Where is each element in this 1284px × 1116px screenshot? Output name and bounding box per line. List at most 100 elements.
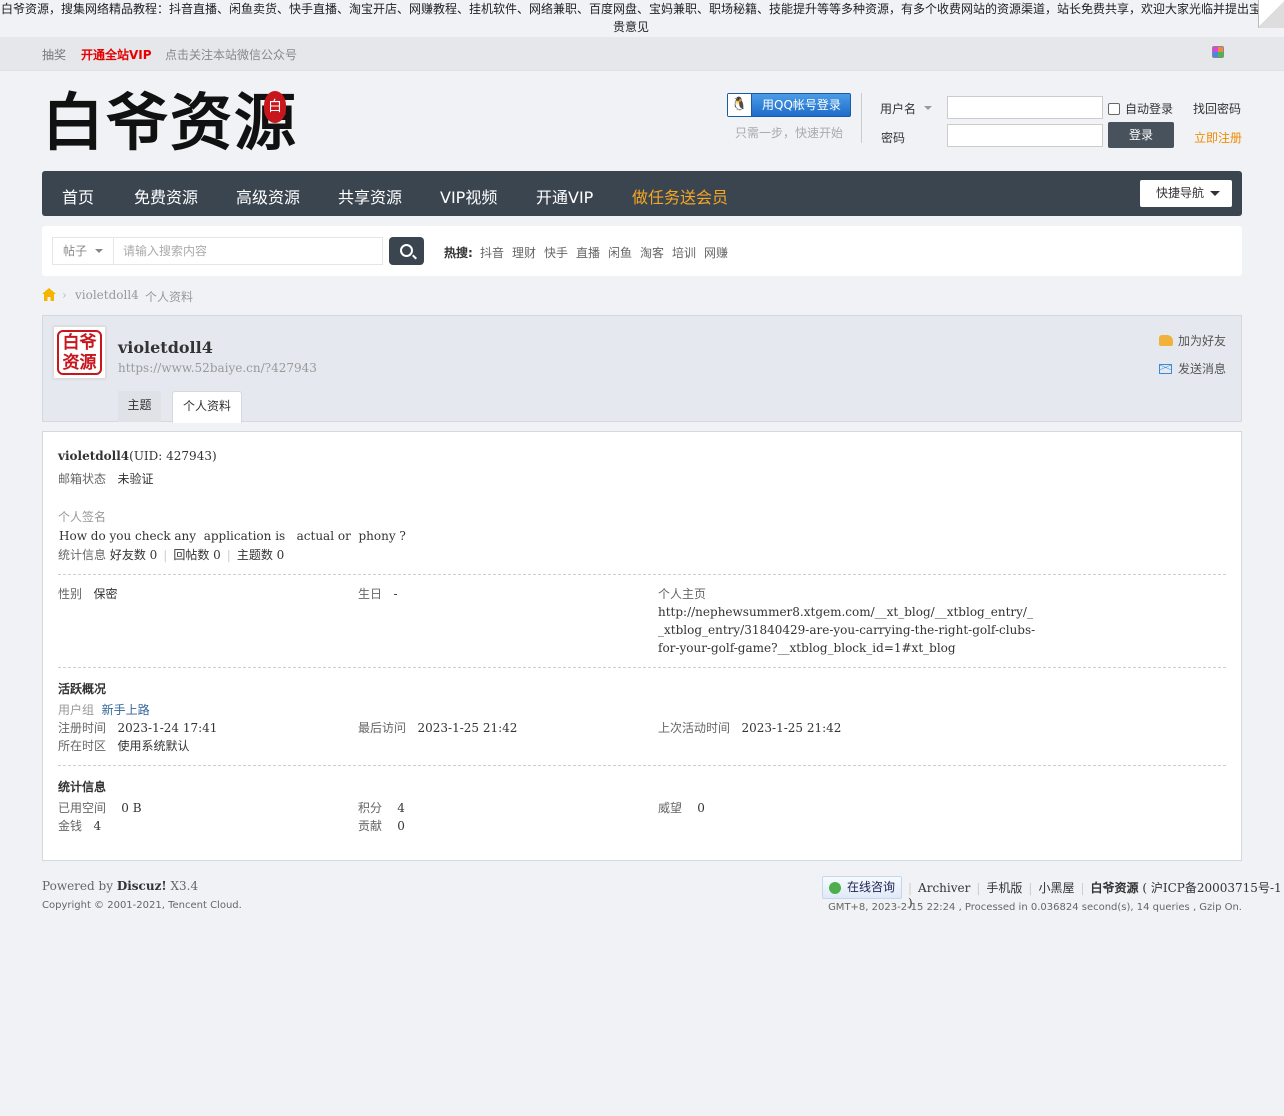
friends-count[interactable]: 好友数 0: [110, 548, 157, 562]
lottery-link[interactable]: 抽奖: [42, 46, 66, 63]
hot-term[interactable]: 培训: [672, 244, 696, 261]
archiver-link[interactable]: Archiver: [918, 881, 970, 895]
last-visit-value: 2023-1-25 21:42: [417, 721, 518, 735]
tab-profile[interactable]: 个人资料: [172, 391, 242, 423]
user-group-link[interactable]: 新手上路: [102, 703, 150, 717]
register-time-value: 2023-1-24 17:41: [117, 721, 218, 735]
homepage-url-line[interactable]: for-your-golf-game?__xtblog_block_id=1#x…: [658, 639, 956, 657]
points-label: 积分: [358, 801, 383, 815]
avatar[interactable]: 白爷资源: [53, 326, 106, 379]
copyright: Copyright © 2001-2021, Tencent Cloud.: [42, 900, 242, 911]
nav-item-vip-video[interactable]: VIP视频: [440, 184, 497, 208]
send-message-label: 发送消息: [1178, 362, 1227, 376]
homepage-url-line[interactable]: http://nephewsummer8.xtgem.com/__xt_blog…: [658, 603, 1033, 621]
style-switch-icon[interactable]: [1212, 46, 1224, 58]
hot-term[interactable]: 快手: [544, 244, 568, 261]
checkbox-icon: [1108, 103, 1120, 115]
hot-term[interactable]: 理财: [512, 244, 536, 261]
register-time: 注册时间 2023-1-24 17:41: [58, 719, 217, 737]
breadcrumb-separator: ›: [62, 288, 67, 302]
birthday-label: 生日: [358, 587, 383, 601]
uid-line: violetdoll4(UID: 427943): [58, 447, 217, 465]
username-type-select[interactable]: 用户名: [880, 100, 932, 117]
prestige: 威望 0: [658, 799, 705, 817]
divider: [58, 574, 1226, 575]
divider: [58, 667, 1226, 668]
site-announcement: 白爷资源，搜集网络精品教程：抖音直播、闲鱼卖货、快手直播、淘宝开店、网赚教程、挂…: [0, 2, 1261, 34]
money: 金钱 4: [58, 817, 101, 835]
user-group: 用户组 新手上路: [58, 701, 150, 719]
search-button[interactable]: [389, 237, 424, 265]
homepage-url-line[interactable]: _xtblog_entry/31840429-are-you-carrying-…: [658, 621, 1035, 639]
discuz-link[interactable]: Discuz!: [117, 879, 167, 893]
mobile-link[interactable]: 手机版: [986, 881, 1022, 895]
signature-label: 个人签名: [58, 510, 107, 524]
password-input[interactable]: [947, 124, 1103, 147]
last-visit: 最后访问 2023-1-25 21:42: [358, 719, 517, 737]
profile-content: [42, 431, 1242, 861]
hot-term[interactable]: 抖音: [480, 244, 504, 261]
hot-term[interactable]: 直播: [576, 244, 600, 261]
activity-title: 活跃概况: [58, 682, 107, 696]
birthday: 生日 -: [358, 585, 398, 603]
quick-nav-button[interactable]: 快捷导航: [1140, 180, 1232, 207]
open-vip-link[interactable]: 开通全站VIP: [81, 46, 152, 63]
add-friend-button[interactable]: 加为好友: [1159, 332, 1226, 349]
gender-value: 保密: [93, 587, 118, 601]
uid-value: (UID: 427943): [129, 449, 217, 463]
hot-term[interactable]: 淘客: [640, 244, 664, 261]
find-password-link[interactable]: 找回密码: [1193, 100, 1241, 117]
last-active-label: 上次活动时间: [658, 721, 731, 735]
wechat-follow-link[interactable]: 点击关注本站微信公众号: [165, 46, 297, 63]
nav-item-shared[interactable]: 共享资源: [338, 184, 402, 208]
last-visit-label: 最后访问: [358, 721, 407, 735]
top-toolbar: 抽奖 开通全站VIP 点击关注本站微信公众号: [0, 37, 1284, 71]
nav-item-free[interactable]: 免费资源: [134, 184, 198, 208]
last-active-value: 2023-1-25 21:42: [741, 721, 842, 735]
replies-count[interactable]: 回帖数 0: [173, 548, 220, 562]
hot-term[interactable]: 网赚: [704, 244, 728, 261]
nav-item-tasks[interactable]: 做任务送会员: [632, 184, 728, 208]
send-message-button[interactable]: 发送消息: [1159, 360, 1226, 377]
page-corner-icon[interactable]: [1258, 0, 1284, 28]
register-time-label: 注册时间: [58, 721, 107, 735]
avatar-seal: 白爷资源: [57, 330, 102, 375]
qq-login-button[interactable]: 🐧 用QQ帐号登录: [727, 93, 851, 117]
nav-item-open-vip[interactable]: 开通VIP: [536, 184, 593, 208]
used-space-label: 已用空间: [58, 801, 107, 815]
user-group-label: 用户组: [58, 703, 95, 717]
login-divider: [861, 93, 862, 143]
timezone-label: 所在时区: [58, 739, 107, 753]
points: 积分 4: [358, 799, 405, 817]
online-consult-button[interactable]: 在线咨询: [822, 876, 902, 899]
nav-item-home[interactable]: 首页: [62, 184, 94, 208]
tab-topics[interactable]: 主题: [118, 391, 161, 422]
threads-count[interactable]: 主题数 0: [237, 548, 284, 562]
site-name-link[interactable]: 白爷资源: [1091, 881, 1139, 895]
site-logo[interactable]: 白爷资源: [42, 88, 298, 158]
username-input[interactable]: [947, 96, 1103, 119]
blacklist-link[interactable]: 小黑屋: [1038, 881, 1074, 895]
hot-term[interactable]: 闲鱼: [608, 244, 632, 261]
timezone: 所在时区 使用系统默认: [58, 737, 189, 755]
timezone-value: 使用系统默认: [117, 739, 190, 753]
used-space: 已用空间 0 B: [58, 799, 142, 817]
stats-summary-label: 统计信息: [58, 548, 107, 562]
handshake-icon: [1159, 335, 1173, 346]
register-link[interactable]: 立即注册: [1194, 129, 1242, 146]
search-input[interactable]: 请输入搜索内容: [113, 237, 383, 265]
contribution-value: 0: [397, 819, 405, 833]
nav-item-premium[interactable]: 高级资源: [236, 184, 300, 208]
qq-login-label: 用QQ帐号登录: [762, 98, 841, 112]
breadcrumb-user[interactable]: violetdoll4: [75, 288, 139, 302]
search-type-select[interactable]: 帖子: [52, 237, 113, 265]
birthday-value: -: [393, 587, 398, 601]
home-icon[interactable]: [42, 288, 56, 301]
auto-login-checkbox[interactable]: 自动登录: [1108, 100, 1173, 117]
contribution-label: 贡献: [358, 819, 383, 833]
qq-login-hint: 只需一步，快速开始: [735, 126, 844, 140]
qq-penguin-icon: 🐧: [728, 94, 752, 116]
auto-login-label: 自动登录: [1125, 102, 1174, 116]
login-button[interactable]: 登录: [1108, 122, 1174, 148]
profile-url[interactable]: https://www.52baiye.cn/?427943: [118, 361, 317, 375]
